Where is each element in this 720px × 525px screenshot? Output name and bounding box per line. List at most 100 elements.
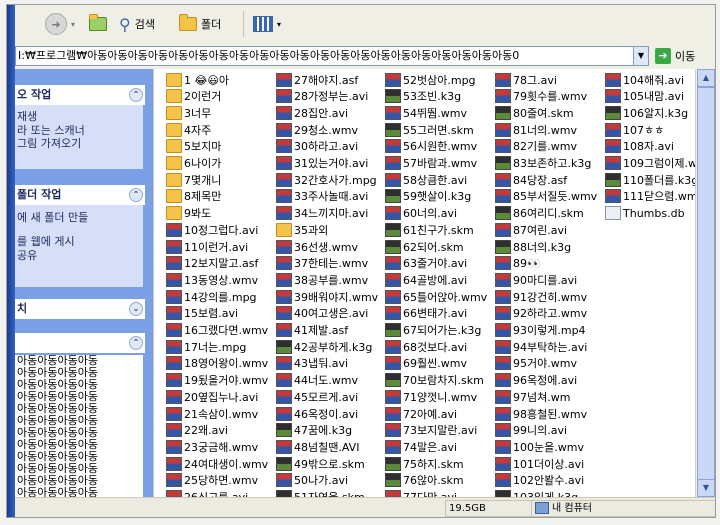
task-link-publish-web[interactable]: 를 웹에 게시 — [15, 235, 143, 249]
file-item[interactable]: 91강건히.wmv — [495, 288, 587, 305]
folder-item[interactable]: 7몇개니 — [166, 171, 221, 188]
file-item[interactable]: 38공부를.wmv — [276, 271, 368, 288]
file-item[interactable]: 11이런거.avi — [166, 238, 248, 255]
file-item[interactable]: 63줄거야.avi — [385, 255, 467, 272]
file-item[interactable]: 84당장.asf — [495, 171, 567, 188]
file-item[interactable]: 75하지.skm — [385, 455, 464, 472]
scroll-down-icon[interactable]: ▼ — [697, 479, 715, 497]
task-link-new-folder[interactable]: 에 새 폴더 만들 — [15, 211, 143, 225]
file-item[interactable]: 12보지말고.asf — [166, 255, 258, 272]
other-section-header[interactable]: ⌃ — [15, 333, 145, 353]
expand-chevron-icon[interactable]: ⌄ — [129, 302, 143, 316]
file-item[interactable]: 28집안.avi — [276, 104, 348, 121]
file-item[interactable]: 95거야.wmv — [495, 355, 577, 372]
file-item[interactable]: 39배워야지.wmv — [276, 288, 378, 305]
file-item[interactable]: 22왜.avi — [166, 422, 228, 439]
file-item[interactable]: 23궁금해.wmv — [166, 438, 258, 455]
file-item[interactable]: 43냅둬.avi — [276, 355, 348, 372]
file-item[interactable]: 71양껏니.wmv — [385, 388, 477, 405]
file-item[interactable]: 70보람차지.skm — [385, 372, 484, 389]
file-item[interactable]: 107ㅎㅎ — [605, 121, 664, 138]
file-item[interactable]: 59햇살이.k3g — [385, 188, 471, 205]
file-item[interactable]: 21속삼이.wmv — [166, 405, 258, 422]
file-item[interactable]: 28가정부는.avi — [276, 88, 368, 105]
file-item[interactable]: 111닫으렴.wmv — [605, 188, 704, 205]
file-item[interactable]: 83보존하고.k3g — [495, 155, 591, 172]
file-item[interactable]: 60너의.avi — [385, 205, 457, 222]
forward-dropdown-icon[interactable]: ▾ — [71, 20, 75, 29]
file-item[interactable]: 78그.avi — [495, 71, 557, 88]
file-item[interactable]: 81너의.wmv — [495, 121, 577, 138]
file-item[interactable]: 96옥정에.avi — [495, 372, 577, 389]
file-item[interactable]: 94부탁하는.avi — [495, 338, 587, 355]
file-item[interactable]: 97넘쳐.wm — [495, 388, 570, 405]
file-item[interactable]: 54뛰뛈.wmv — [385, 104, 467, 121]
folder-item[interactable]: 3너무 — [166, 104, 211, 121]
folder-item[interactable]: 6나이가 — [166, 155, 221, 172]
file-list-view[interactable]: 1 😂😃아 2이런거 3너무 4자주 5보지마 6나이가 7몇개니 8제목만 9봐도 10정그럽다… — [153, 69, 714, 504]
file-item[interactable]: 10정그럽다.avi — [166, 221, 258, 238]
views-button[interactable]: ▾ — [253, 13, 281, 35]
file-item[interactable]: 98흥철된.wmv — [495, 405, 587, 422]
file-item[interactable]: 31있는거야.avi — [276, 155, 368, 172]
file-item[interactable]: 67되어가는.k3g — [385, 322, 481, 339]
file-item[interactable]: 53조빈.k3g — [385, 88, 461, 105]
file-item[interactable]: 16그랬다면.wmv — [166, 322, 268, 339]
task-link-import[interactable]: 그림 가져오기 — [15, 137, 143, 150]
go-button[interactable]: ➔ 이동 — [655, 47, 695, 65]
file-item[interactable]: 58상큼한.avi — [385, 171, 467, 188]
scroll-thumb[interactable] — [697, 87, 715, 481]
file-item[interactable]: 62되어.skm — [385, 238, 464, 255]
vertical-scrollbar[interactable]: ▲ ▼ — [695, 69, 715, 497]
file-item[interactable]: 27해야지.asf — [276, 71, 358, 88]
address-dropdown-icon[interactable]: ▼ — [633, 46, 649, 66]
folder-item[interactable]: 9봐도 — [166, 205, 211, 222]
file-item[interactable]: 90마디를.avi — [495, 271, 577, 288]
file-item[interactable]: 100눈을.wmv — [495, 438, 584, 455]
file-item[interactable]: Thumbs.db — [605, 205, 685, 222]
file-item[interactable]: 72아예.avi — [385, 405, 457, 422]
file-item[interactable]: 88너의.k3g — [495, 238, 571, 255]
file-item[interactable]: 25당하면.wmv — [166, 472, 258, 489]
file-item[interactable]: 44너도.wmv — [276, 372, 358, 389]
file-item[interactable]: 108자.avi — [605, 138, 674, 155]
file-item[interactable]: 87여린.avi — [495, 221, 567, 238]
details-header[interactable]: 치 ⌄ — [15, 299, 145, 319]
file-item[interactable]: 33주사놀때.avi — [276, 188, 368, 205]
folders-button[interactable]: 폴더 — [179, 13, 221, 35]
forward-button[interactable]: ➜ ▾ — [45, 13, 75, 35]
file-item[interactable]: 105내맘.avi — [605, 88, 684, 105]
file-item[interactable]: 50나가.avi — [276, 472, 348, 489]
file-item[interactable]: 80줄여.skm — [495, 104, 574, 121]
file-item[interactable]: 17너는.mpg — [166, 338, 246, 355]
file-item[interactable]: 64골방에.avi — [385, 271, 467, 288]
file-item[interactable]: 29청소.wmv — [276, 121, 358, 138]
file-item[interactable]: 76않아.skm — [385, 472, 464, 489]
file-item[interactable]: 13동영상.wmv — [166, 271, 258, 288]
file-item[interactable]: 24여대생이.wmv — [166, 455, 268, 472]
file-item[interactable]: 52벗삼아.mpg — [385, 71, 476, 88]
up-folder-button[interactable] — [89, 13, 107, 35]
file-item[interactable]: 41제발.asf — [276, 322, 348, 339]
file-item[interactable]: 32간호사가.mpg — [276, 171, 377, 188]
file-item[interactable]: 36선생.wmv — [276, 238, 358, 255]
file-item[interactable]: 18영어왕이.wmv — [166, 355, 268, 372]
task-link-scanner[interactable]: 라 또는 스캐너 — [15, 124, 143, 137]
file-item[interactable]: 56시원한.wmv — [385, 138, 477, 155]
task-link-share[interactable]: 공유 — [15, 249, 143, 263]
file-item[interactable]: 101더이상.avi — [495, 455, 584, 472]
task-link-play[interactable]: 재생 — [15, 109, 143, 124]
file-item[interactable]: 37한테는.wmv — [276, 255, 368, 272]
file-item[interactable]: 93이렇게.mp4 — [495, 322, 586, 339]
folder-item[interactable]: 35과외 — [276, 221, 328, 238]
folder-item[interactable]: 2이런거 — [166, 88, 221, 105]
file-item[interactable]: 74말은.avi — [385, 438, 457, 455]
collapse-chevron-icon[interactable]: ⌃ — [129, 88, 143, 102]
folder-item[interactable]: 5보지마 — [166, 138, 221, 155]
file-item[interactable]: 69훨씬.wmv — [385, 355, 467, 372]
file-item[interactable]: 79횟수를.wmv — [495, 88, 587, 105]
address-input[interactable]: I:₩프로그램₩아동아동아동아동아동아동아동아동아동아동아동아동아동아동아동아동… — [15, 46, 635, 66]
folder-tasks-header[interactable]: 폴더 작업 ⌃ — [15, 185, 145, 205]
file-item[interactable]: 20옆집누나.avi — [166, 388, 258, 405]
file-item[interactable]: 48넘칠땐.AVI — [276, 438, 359, 455]
